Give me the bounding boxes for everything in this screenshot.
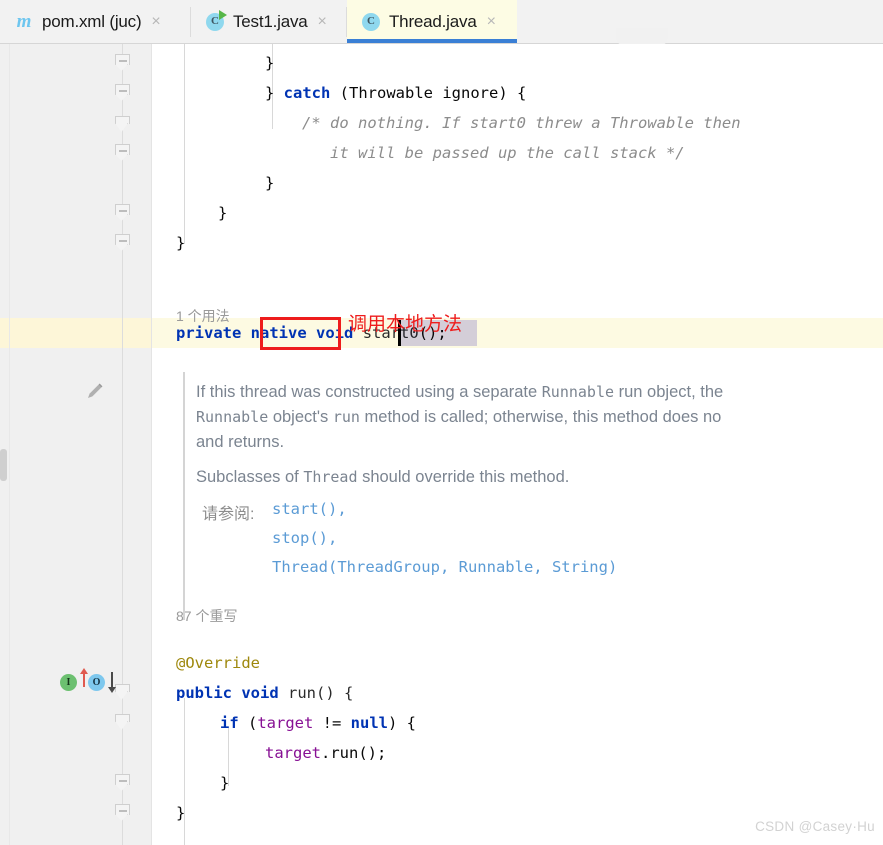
code-token: } [265, 84, 284, 102]
doc-text: Subclasses of [196, 468, 304, 486]
java-class-runnable-icon: C [205, 9, 227, 32]
watermark: CSDN @Casey·Hu [755, 819, 875, 834]
code-line: if (target != null) { [152, 708, 883, 738]
fold-marker[interactable] [115, 804, 130, 821]
code-keyword: private [176, 324, 242, 342]
code-line: public void run() { [152, 678, 883, 708]
fold-marker[interactable] [115, 204, 130, 221]
code-comment: /* do nothing. If start0 threw a Throwab… [302, 114, 741, 132]
tab-label: Test1.java [233, 11, 308, 31]
code-editor-viewport[interactable]: } } catch (Throwable ignore) { /* do not… [152, 44, 883, 845]
fold-marker[interactable] [115, 84, 130, 101]
code-line: it will be passed up the call stack */ [152, 138, 883, 168]
arrow-down-icon [108, 672, 116, 693]
overridden-method-icon: O [88, 674, 105, 691]
doc-code-term: Runnable [196, 408, 269, 426]
see-also-link-start[interactable]: start(), [272, 500, 347, 518]
code-token: != [313, 714, 351, 732]
code-keyword: catch [283, 84, 331, 102]
code-keyword: public [176, 684, 232, 702]
code-token: } [220, 774, 230, 792]
doc-paragraph-line: and returns. [196, 430, 883, 455]
code-line: } [152, 48, 883, 78]
field-token: target [265, 744, 321, 762]
active-tab-indicator [347, 39, 517, 43]
doc-code-term: Runnable [541, 383, 615, 401]
fold-marker[interactable] [115, 234, 130, 251]
doc-text: object's [268, 408, 333, 426]
see-also-link-stop[interactable]: stop(), [272, 529, 337, 547]
code-line: target.run(); [152, 738, 883, 768]
code-token: } [176, 804, 186, 822]
tab-pom-xml[interactable]: m pom.xml (juc) × [0, 0, 190, 43]
code-token: ( [238, 714, 258, 732]
code-token: } [218, 204, 228, 222]
code-token: ) { [388, 714, 416, 732]
code-keyword: void [241, 684, 279, 702]
code-line: } [152, 768, 883, 798]
doc-code-term: Thread [303, 468, 358, 486]
tab-label: Thread.java [389, 11, 477, 31]
tab-thread-java[interactable]: C Thread.java × [347, 0, 517, 43]
code-token: } [265, 54, 275, 72]
see-also-link-thread-ctor[interactable]: Thread(ThreadGroup, Runnable, String) [272, 558, 617, 576]
doc-text: method is called; otherwise, this method… [359, 408, 722, 426]
doc-text: run object, the [614, 383, 724, 401]
code-keyword: null [350, 714, 388, 732]
fold-marker[interactable] [115, 144, 130, 161]
vertical-scrollbar-thumb[interactable] [0, 449, 7, 481]
tab-label: pom.xml (juc) [42, 11, 142, 31]
arrow-up-icon [80, 668, 88, 687]
doc-text: and returns. [196, 433, 285, 451]
code-token: } [265, 174, 275, 192]
edit-pencil-icon[interactable] [84, 380, 106, 402]
doc-paragraph-line: Subclasses of Thread should override thi… [196, 465, 883, 490]
code-line: @Override [152, 648, 883, 678]
red-annotation-box [260, 317, 341, 350]
ide-editor-window: m pom.xml (juc) × C Test1.java × C Threa… [0, 0, 883, 845]
gutter-left-border [9, 44, 10, 845]
red-annotation-text: 调用本地方法 [348, 314, 463, 335]
current-line-gutter-highlight [0, 318, 152, 348]
doc-paragraph-line: If this thread was constructed using a s… [196, 380, 883, 405]
tab-close-icon[interactable]: × [151, 13, 160, 30]
code-line: } catch (Throwable ignore) { [152, 78, 883, 108]
overridden-method-gutter-icon[interactable]: O [88, 672, 122, 696]
field-token: target [257, 714, 314, 732]
editor-tab-bar: m pom.xml (juc) × C Test1.java × C Threa… [0, 0, 883, 44]
method-name: run() { [288, 684, 354, 702]
fold-marker[interactable] [115, 774, 130, 791]
doc-left-border [183, 372, 185, 620]
doc-text: If this thread was constructed using a s… [196, 383, 542, 401]
see-also-label: 请参阅: [202, 506, 255, 523]
run-arrow-icon [219, 9, 227, 20]
annotation-token: @Override [176, 654, 260, 672]
code-line: /* do nothing. If start0 threw a Throwab… [152, 108, 883, 138]
fold-marker[interactable] [115, 54, 130, 71]
code-comment: it will be passed up the call stack */ [330, 144, 685, 162]
code-line: } [152, 198, 883, 228]
tab-test1-java[interactable]: C Test1.java × [191, 0, 346, 43]
code-line: } [152, 228, 883, 258]
maven-icon: m [16, 10, 32, 32]
java-class-icon: C [361, 12, 381, 32]
code-line: } [152, 168, 883, 198]
class-icon-letter: C [367, 14, 375, 27]
doc-paragraph-line: Runnable object's run method is called; … [196, 405, 883, 430]
fold-marker[interactable] [115, 116, 130, 133]
fold-marker[interactable] [115, 714, 130, 731]
tab-close-icon[interactable]: × [487, 13, 496, 30]
documentation-popup: If this thread was constructed using a s… [183, 372, 883, 620]
doc-code-term: run [332, 408, 360, 426]
code-token: } [176, 234, 186, 252]
doc-text: should override this method. [357, 468, 570, 486]
tab-close-icon[interactable]: × [318, 13, 327, 30]
code-token: (Throwable ignore) { [330, 84, 527, 102]
code-keyword: if [220, 714, 239, 732]
code-token: .run(); [321, 744, 387, 762]
implementing-method-icon: I [60, 674, 77, 691]
